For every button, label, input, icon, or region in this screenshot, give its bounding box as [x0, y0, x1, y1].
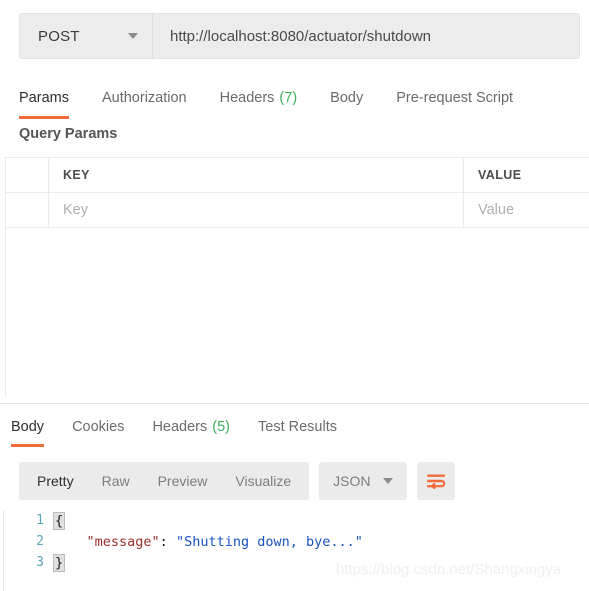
header-cell-value: VALUE	[464, 158, 589, 192]
response-language-select[interactable]: JSON	[319, 462, 407, 500]
tab-params[interactable]: Params	[19, 80, 69, 119]
line-number: 1	[36, 513, 44, 528]
http-method-select[interactable]: POST	[20, 14, 153, 58]
response-tab-headers-count: (5)	[212, 419, 230, 435]
json-colon: :	[159, 533, 176, 550]
word-wrap-icon	[426, 474, 445, 489]
json-open-brace: {	[53, 511, 66, 530]
tab-body-label: Body	[330, 89, 364, 106]
query-params-title: Query Params	[19, 126, 118, 142]
request-url-bar: POST http://localhost:8080/actuator/shut…	[19, 13, 580, 59]
param-key-placeholder: Key	[63, 202, 88, 218]
format-mode-preview-label: Preview	[157, 473, 208, 489]
json-close-brace: }	[53, 553, 66, 572]
table-row[interactable]: Key Value	[6, 193, 589, 228]
response-tab-cookies-label: Cookies	[72, 419, 125, 435]
tab-params-label: Params	[19, 89, 69, 106]
tab-headers[interactable]: Headers (7)	[220, 80, 298, 119]
tab-authorization[interactable]: Authorization	[102, 80, 187, 119]
format-mode-pretty[interactable]: Pretty	[23, 462, 88, 500]
watermark: https://blog.csdn.net/Shangxingya	[336, 561, 562, 578]
url-input[interactable]: http://localhost:8080/actuator/shutdown	[153, 14, 579, 58]
tab-authorization-label: Authorization	[101, 89, 187, 106]
json-key: "message"	[86, 533, 160, 550]
code-content: {	[53, 511, 66, 530]
response-format-toolbar: Pretty Raw Preview Visualize JSON	[19, 462, 455, 500]
query-params-table: KEY VALUE Key Value	[5, 157, 589, 398]
response-tab-headers[interactable]: Headers (5)	[152, 411, 230, 447]
word-wrap-button[interactable]	[416, 462, 455, 500]
format-mode-pretty-label: Pretty	[37, 473, 74, 489]
column-header-value: VALUE	[478, 168, 522, 182]
tab-pre-request-script-label: Pre-request Script	[396, 89, 514, 106]
tab-body[interactable]: Body	[330, 80, 363, 119]
pane-splitter[interactable]	[0, 403, 589, 404]
postman-window: POST http://localhost:8080/actuator/shut…	[0, 0, 589, 591]
chevron-down-icon	[382, 478, 393, 484]
chevron-down-icon	[128, 33, 138, 39]
code-content: "message": "Shutting down, bye..."	[54, 534, 363, 550]
response-language-label: JSON	[333, 473, 371, 489]
line-number: 3	[36, 555, 44, 570]
url-text: http://localhost:8080/actuator/shutdown	[170, 27, 432, 45]
code-line: 2 "message": "Shutting down, bye..."	[4, 531, 589, 552]
format-mode-group: Pretty Raw Preview Visualize	[19, 462, 310, 500]
tab-headers-count: (7)	[279, 89, 298, 106]
column-header-key: KEY	[63, 168, 90, 182]
response-tab-cookies[interactable]: Cookies	[72, 411, 124, 447]
format-mode-raw-label: Raw	[101, 473, 130, 489]
header-cell-key: KEY	[49, 158, 464, 192]
format-mode-visualize[interactable]: Visualize	[221, 462, 305, 500]
response-tab-body-label: Body	[11, 419, 45, 435]
tab-headers-label: Headers	[219, 89, 275, 106]
request-tab-bar: Params Authorization Headers (7) Body Pr…	[0, 80, 589, 119]
param-value-placeholder: Value	[478, 202, 515, 218]
param-key-input[interactable]: Key	[49, 193, 464, 227]
response-tab-test-results-label: Test Results	[258, 419, 337, 435]
table-header-row: KEY VALUE	[6, 158, 589, 193]
response-tab-body[interactable]: Body	[11, 411, 45, 447]
format-mode-raw[interactable]: Raw	[88, 462, 144, 500]
response-tab-test-results[interactable]: Test Results	[258, 411, 337, 447]
format-mode-preview[interactable]: Preview	[144, 462, 222, 500]
code-line: 1 {	[4, 510, 589, 531]
format-mode-visualize-label: Visualize	[235, 473, 292, 489]
response-tab-bar: Body Cookies Headers (5) Test Results	[0, 411, 589, 447]
code-content: }	[53, 553, 66, 572]
response-body-viewer[interactable]: 1 { 2 "message": "Shutting down, bye..."…	[3, 510, 589, 591]
row-checkbox-cell[interactable]	[6, 193, 49, 227]
http-method-label: POST	[38, 27, 80, 45]
header-cell-checkbox	[6, 158, 49, 192]
param-value-input[interactable]: Value	[464, 193, 589, 227]
tab-pre-request-script[interactable]: Pre-request Script	[396, 80, 513, 119]
response-tab-headers-label: Headers	[152, 419, 208, 435]
line-number: 2	[36, 534, 44, 549]
json-string-value: "Shutting down, bye..."	[175, 533, 363, 550]
